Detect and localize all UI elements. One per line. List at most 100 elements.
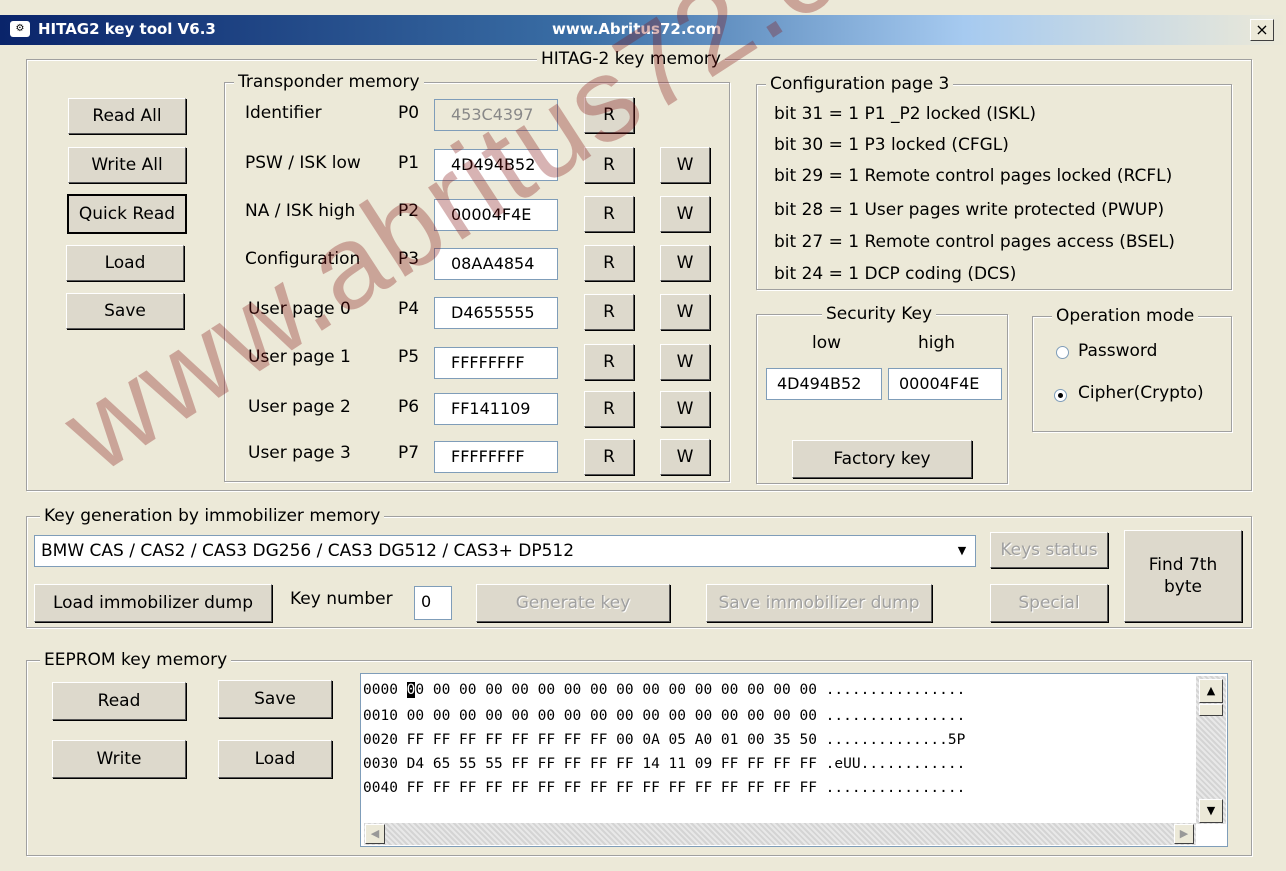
write-p2-button[interactable]: W	[660, 196, 710, 232]
load-immobilizer-dump-button[interactable]: Load immobilizer dump	[34, 584, 272, 622]
config-bit-27: bit 27 = 1 Remote control pages access (…	[774, 232, 1175, 252]
quick-read-button[interactable]: Quick Read	[67, 194, 187, 234]
eeprom-load-button[interactable]: Load	[218, 740, 332, 778]
row-name: User page 0	[248, 299, 351, 319]
security-key-high-field[interactable]: 00004F4E	[888, 368, 1002, 400]
eeprom-write-button[interactable]: Write	[52, 740, 186, 778]
row-page: P1	[398, 153, 420, 173]
operation-mode-legend: Operation mode	[1052, 306, 1199, 326]
configuration-field[interactable]: 08AA4854	[434, 248, 558, 280]
hitag2-memory-legend: HITAG-2 key memory	[537, 49, 725, 69]
user-page-0-field[interactable]: D4655555	[434, 297, 558, 329]
chevron-down-icon[interactable]: ▼	[951, 538, 973, 564]
read-p2-button[interactable]: R	[584, 196, 634, 232]
eeprom-read-button[interactable]: Read	[52, 682, 186, 720]
hex-editor[interactable]: 0000 00 00 00 00 00 00 00 00 00 00 00 00…	[360, 673, 1228, 847]
na-isk-high-field[interactable]: 00004F4E	[434, 199, 558, 231]
read-p7-button[interactable]: R	[584, 439, 634, 475]
row-page: P3	[398, 249, 420, 269]
transponder-memory-legend: Transponder memory	[234, 72, 424, 92]
scroll-left-icon[interactable]: ◀	[365, 824, 385, 844]
row-name: User page 1	[248, 347, 351, 367]
read-p1-button[interactable]: R	[584, 147, 634, 183]
save-immobilizer-dump-button[interactable]: Save immobilizer dump	[706, 584, 932, 622]
scroll-thumb[interactable]	[1199, 704, 1223, 716]
hex-line-0020[interactable]: 0020 FF FF FF FF FF FF FF FF 00 0A 05 A0…	[363, 732, 965, 748]
psw-isk-low-field[interactable]: 4D494B52	[434, 149, 558, 181]
operation-mode-group	[1032, 316, 1232, 432]
immobilizer-type-value: BMW CAS / CAS2 / CAS3 DG256 / CAS3 DG512…	[41, 541, 575, 561]
password-radio-label: Password	[1078, 341, 1158, 361]
read-p6-button[interactable]: R	[584, 391, 634, 427]
window-title: HITAG2 key tool V6.3	[38, 20, 216, 38]
factory-key-button[interactable]: Factory key	[792, 440, 972, 478]
save-button[interactable]: Save	[66, 293, 184, 329]
row-name: NA / ISK high	[245, 201, 356, 221]
key-number-field[interactable]: 0	[414, 586, 452, 620]
config-bit-29: bit 29 = 1 Remote control pages locked (…	[774, 166, 1173, 186]
app-icon: ⚙	[10, 21, 30, 37]
row-page: P7	[398, 443, 420, 463]
write-p3-button[interactable]: W	[660, 245, 710, 281]
write-p1-button[interactable]: W	[660, 147, 710, 183]
security-key-low-field[interactable]: 4D494B52	[766, 368, 882, 400]
key-number-label: Key number	[290, 589, 393, 609]
config-bit-30: bit 30 = 1 P3 locked (CFGL)	[774, 135, 1009, 155]
hex-line-0000[interactable]: 0000 00 00 00 00 00 00 00 00 00 00 00 00…	[363, 682, 965, 698]
row-name: User page 2	[248, 397, 351, 417]
config-bit-28: bit 28 = 1 User pages write protected (P…	[774, 200, 1165, 220]
cipher-crypto-radio[interactable]	[1054, 389, 1067, 402]
security-key-low-label: low	[812, 333, 842, 353]
find-7th-byte-button[interactable]: Find 7th byte	[1124, 530, 1242, 622]
read-p3-button[interactable]: R	[584, 245, 634, 281]
row-page: P5	[398, 347, 420, 367]
close-icon[interactable]: ×	[1250, 19, 1274, 41]
immobilizer-type-select[interactable]: BMW CAS / CAS2 / CAS3 DG256 / CAS3 DG512…	[34, 535, 976, 567]
row-page: P0	[398, 103, 420, 123]
read-all-button[interactable]: Read All	[68, 98, 186, 134]
hex-line-0040[interactable]: 0040 FF FF FF FF FF FF FF FF FF FF FF FF…	[363, 780, 965, 796]
row-name: Identifier	[245, 103, 322, 123]
scroll-up-icon[interactable]: ▲	[1199, 679, 1223, 703]
password-radio[interactable]	[1056, 346, 1069, 359]
row-page: P6	[398, 397, 420, 417]
hex-line-0030[interactable]: 0030 D4 65 55 55 FF FF FF FF FF 14 11 09…	[363, 756, 965, 772]
read-p5-button[interactable]: R	[584, 344, 634, 380]
scroll-down-icon[interactable]: ▼	[1199, 799, 1223, 823]
read-p0-button[interactable]: R	[584, 97, 634, 133]
write-p5-button[interactable]: W	[660, 344, 710, 380]
write-p7-button[interactable]: W	[660, 439, 710, 475]
hex-line-0000-rest: 0 00 00 00 00 00 00 00 00 00 00 00 00 00…	[415, 682, 966, 698]
row-page: P2	[398, 201, 420, 221]
keys-status-button[interactable]: Keys status	[990, 532, 1108, 568]
security-key-high-label: high	[918, 333, 956, 353]
user-page-3-field[interactable]: FFFFFFFF	[434, 441, 558, 473]
write-all-button[interactable]: Write All	[68, 147, 186, 183]
generate-key-button[interactable]: Generate key	[476, 584, 670, 622]
security-key-legend: Security Key	[822, 304, 937, 324]
identifier-field: 453C4397	[434, 99, 558, 131]
hex-horizontal-scrollbar[interactable]	[364, 823, 1196, 845]
scroll-right-icon[interactable]: ▶	[1174, 824, 1194, 844]
key-generation-legend: Key generation by immobilizer memory	[40, 506, 385, 526]
user-page-2-field[interactable]: FF141109	[434, 393, 558, 425]
window-url: www.Abritus72.com	[552, 20, 722, 38]
read-p4-button[interactable]: R	[584, 294, 634, 330]
write-p6-button[interactable]: W	[660, 391, 710, 427]
hex-line-0010[interactable]: 0010 00 00 00 00 00 00 00 00 00 00 00 00…	[363, 708, 965, 724]
row-name: User page 3	[248, 443, 351, 463]
user-page-1-field[interactable]: FFFFFFFF	[434, 347, 558, 379]
cipher-crypto-radio-label: Cipher(Crypto)	[1078, 383, 1204, 403]
row-name: PSW / ISK low	[245, 153, 361, 173]
row-name: Configuration	[245, 249, 361, 269]
eeprom-legend: EEPROM key memory	[40, 650, 232, 670]
app-window: ⚙ HITAG2 key tool V6.3 www.Abritus72.com…	[0, 0, 1286, 871]
special-button[interactable]: Special	[990, 584, 1108, 622]
load-button[interactable]: Load	[66, 245, 184, 281]
eeprom-save-button[interactable]: Save	[218, 680, 332, 718]
write-p4-button[interactable]: W	[660, 294, 710, 330]
configuration-page-legend: Configuration page 3	[766, 74, 954, 94]
config-bit-31: bit 31 = 1 P1 _P2 locked (ISKL)	[774, 104, 1036, 124]
row-page: P4	[398, 299, 420, 319]
title-bar[interactable]: ⚙ HITAG2 key tool V6.3 www.Abritus72.com…	[0, 15, 1286, 45]
